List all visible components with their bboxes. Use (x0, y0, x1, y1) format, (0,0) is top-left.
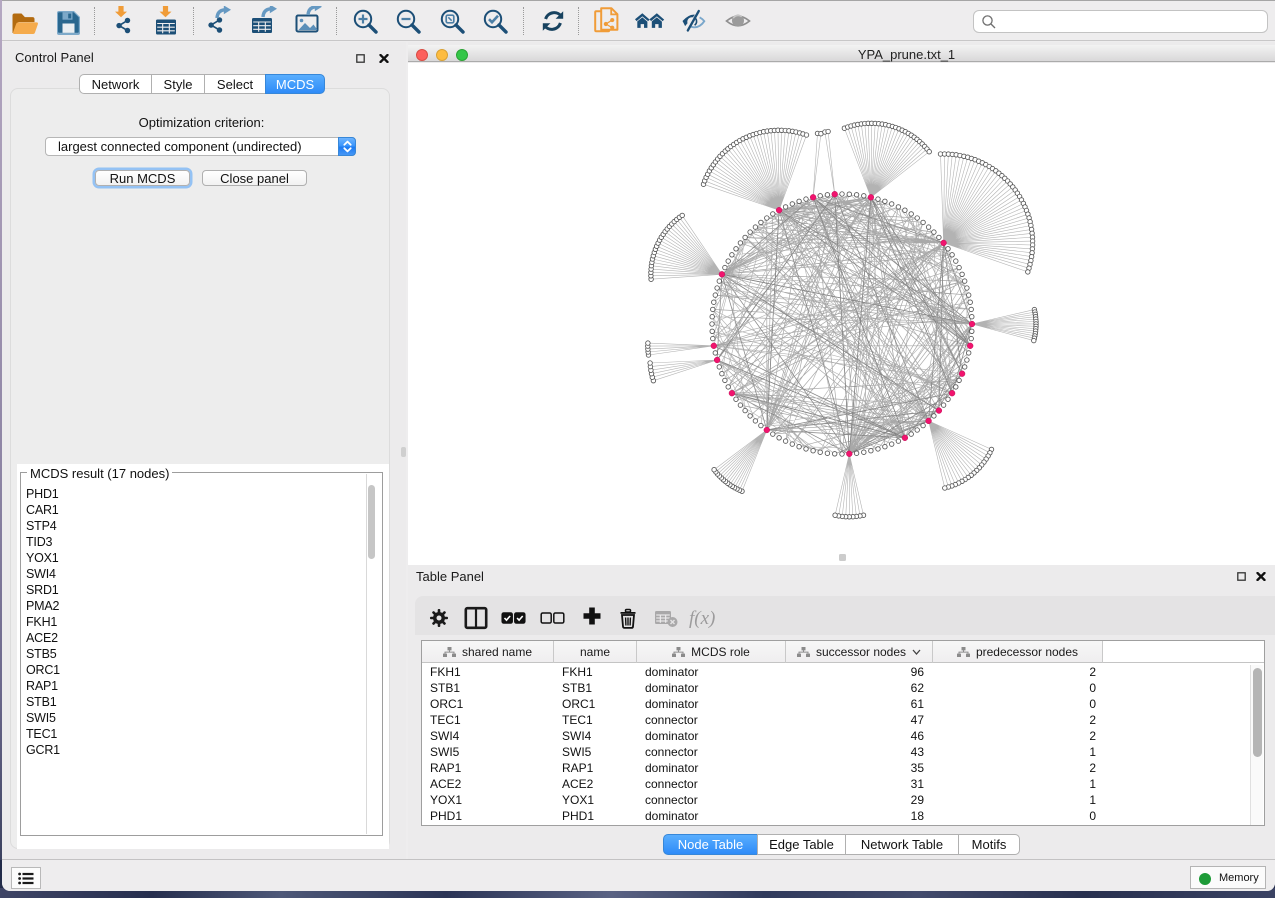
svg-text:f(x): f(x) (689, 608, 715, 629)
